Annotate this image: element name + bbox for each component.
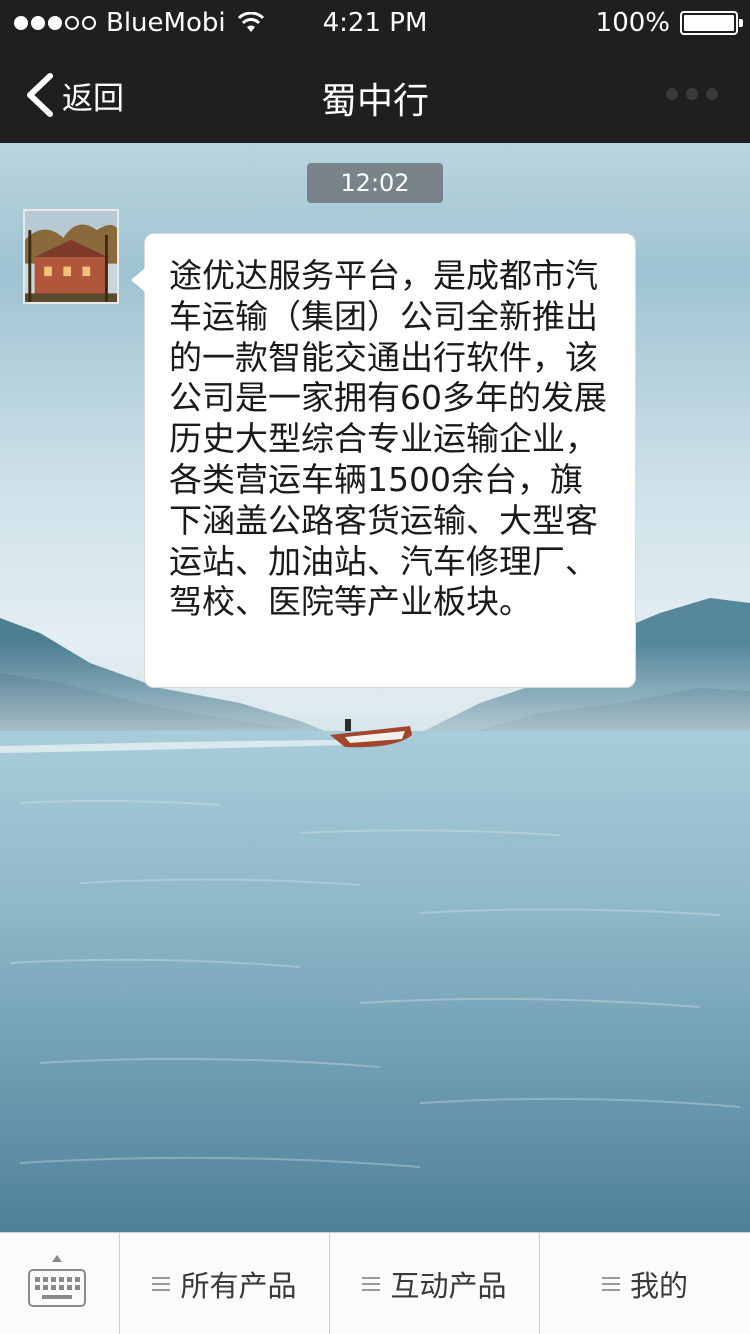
tab-all-products-label: 所有产品 (180, 1268, 297, 1303)
caret-up-icon (52, 1255, 62, 1262)
keyboard-toggle-button[interactable] (0, 1233, 120, 1334)
tab-interactive-products-label: 互动产品 (390, 1268, 507, 1303)
tab-all-products[interactable]: 所有产品 (120, 1233, 330, 1334)
menu-icon (601, 1276, 620, 1291)
more-options-button[interactable] (666, 88, 718, 100)
tab-interactive-products[interactable]: 互动产品 (330, 1233, 540, 1334)
menu-icon (362, 1276, 381, 1291)
avatar[interactable] (23, 209, 119, 304)
status-bar: BlueMobi 4:21 PM 100% (0, 0, 750, 46)
more-icon (666, 88, 678, 100)
tab-mine[interactable]: 我的 (540, 1233, 750, 1334)
battery-icon (680, 11, 743, 35)
menu-icon (152, 1276, 171, 1291)
battery-percent: 100% (595, 8, 670, 38)
avatar-image (25, 211, 117, 302)
page-title: 蜀中行 (320, 81, 429, 122)
message-text: 途优达服务平台，是成都市汽车运输（集团）公司全新推出的一款智能交通出行软件，该公… (169, 256, 607, 622)
bottom-menu-bar: 所有产品 互动产品 我的 (0, 1232, 750, 1334)
keyboard-icon (28, 1269, 86, 1307)
message-timestamp: 12:02 (307, 163, 443, 203)
tab-mine-label: 我的 (629, 1268, 688, 1303)
chat-area[interactable]: 12:02 途优达服务平台，是成都市汽车运输（集团）公司全新推出的一款智能交通出… (0, 143, 750, 1232)
navigation-bar: 返回 蜀中行 (0, 46, 750, 143)
message-bubble[interactable]: 途优达服务平台，是成都市汽车运输（集团）公司全新推出的一款智能交通出行软件，该公… (131, 233, 636, 688)
